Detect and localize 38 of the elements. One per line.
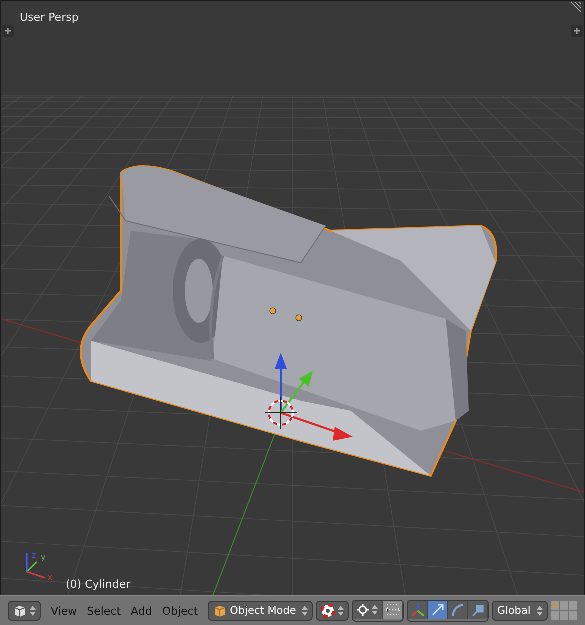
pivot-crosshair-icon	[357, 604, 370, 616]
expand-toolbar-icon[interactable]	[2, 25, 14, 37]
up-down-arrows-icon	[30, 605, 36, 617]
up-down-arrows-icon	[537, 605, 544, 617]
axis-label: z	[32, 551, 36, 561]
active-object-label: (0) Cylinder	[66, 578, 131, 591]
axis-label: x	[48, 573, 53, 583]
viewport-shading-button[interactable]	[316, 601, 350, 621]
menu-button[interactable]: Select	[82, 601, 126, 621]
menu-button[interactable]: Object	[157, 601, 204, 621]
up-down-arrows-icon	[302, 605, 308, 617]
up-down-arrows-icon	[338, 605, 344, 617]
shading-sphere-icon	[321, 604, 336, 618]
editor-type-button[interactable]	[8, 601, 41, 621]
mode-dropdown[interactable]: Object Mode	[208, 601, 314, 621]
pivot-point-button[interactable]	[353, 601, 384, 619]
manipulator-toggle-button[interactable]	[408, 601, 428, 619]
snap-toggle-button[interactable]	[383, 601, 404, 619]
translate-gizmo[interactable]	[275, 353, 353, 441]
scale-manipulator-button[interactable]	[468, 601, 488, 619]
crosshair-cursor-icon	[264, 396, 298, 430]
expand-properties-icon[interactable]	[571, 25, 583, 37]
menu-button[interactable]: View	[46, 601, 82, 621]
mode-label: Object Mode	[230, 605, 296, 617]
cube-icon	[213, 604, 228, 618]
up-down-arrows-icon	[372, 604, 378, 616]
axis-orientation-icon	[26, 553, 46, 579]
rotate-manipulator-button[interactable]	[448, 601, 468, 619]
view-title: User Persp	[20, 11, 79, 24]
axes-icon	[408, 601, 427, 619]
translate-manipulator-button[interactable]	[428, 601, 448, 619]
menu-button[interactable]: Add	[126, 601, 158, 621]
cube-icon	[13, 604, 27, 618]
axis-label: y	[41, 553, 46, 563]
area-split-icon[interactable]	[569, 2, 581, 12]
snap-arrows-icon	[384, 603, 401, 617]
orientation-label: Global	[497, 605, 531, 617]
transform-orientation-dropdown[interactable]: Global	[492, 601, 548, 621]
